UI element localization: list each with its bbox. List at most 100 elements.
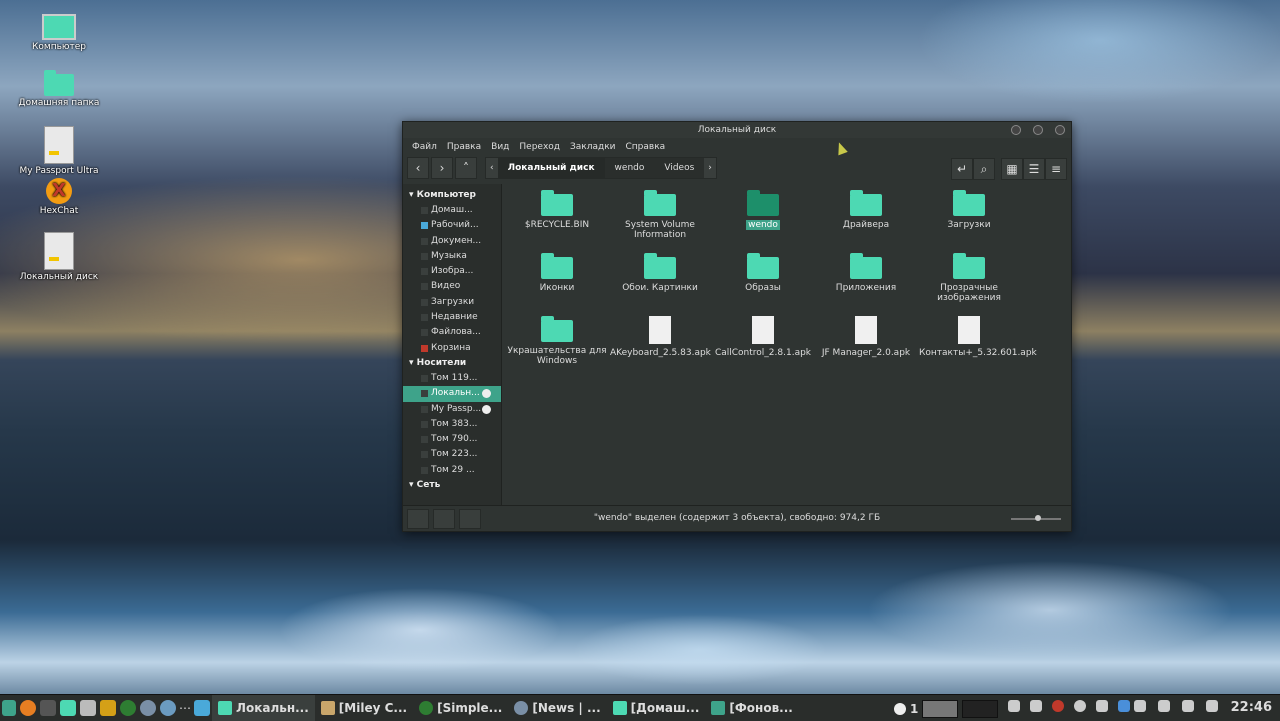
more-icon[interactable]: ⋯ — [178, 701, 192, 715]
grid-item-file[interactable]: JF Manager_2.0.apk — [816, 314, 916, 358]
grid-item-folder[interactable]: System Volume Information — [610, 188, 710, 240]
menu-help[interactable]: Справка — [621, 138, 671, 156]
breadcrumb-item[interactable]: Videos — [654, 158, 704, 178]
grid-item-file[interactable]: AKeyboard_2.5.83.apk — [610, 314, 711, 358]
grid-item-file[interactable]: Контакты+_5.32.601.apk — [919, 314, 1037, 358]
sidebar-item-music[interactable]: Музыка — [403, 249, 501, 264]
breadcrumb-right-arrow[interactable]: › — [704, 158, 716, 178]
chromium-icon[interactable] — [120, 700, 136, 716]
clock[interactable]: 22:46 — [1231, 700, 1272, 715]
grid-item-folder[interactable]: Иконки — [507, 251, 607, 293]
task-miley[interactable]: [Miley C... — [315, 695, 413, 721]
sidebar-item-recent[interactable]: Недавние — [403, 310, 501, 325]
eject-icon[interactable] — [482, 389, 491, 399]
forward-button[interactable]: › — [431, 157, 453, 179]
files-icon[interactable] — [60, 700, 76, 716]
desktop-icon-label: Компьютер — [32, 42, 86, 52]
sidebar-item-documents[interactable]: Докумен... — [403, 234, 501, 249]
sidebar-header-media[interactable]: ▾ Носители — [403, 356, 501, 371]
sidebar-item-downloads[interactable]: Загрузки — [403, 295, 501, 310]
sidebar-item-trash[interactable]: Корзина — [403, 341, 501, 356]
sidebar-item-volume[interactable]: Том 383... — [403, 417, 501, 432]
volume-icon[interactable] — [1182, 700, 1194, 712]
browser-icon[interactable] — [140, 700, 156, 716]
package-icon[interactable] — [100, 700, 116, 716]
task-home[interactable]: [Домаш... — [607, 695, 706, 721]
zoom-slider[interactable] — [1011, 515, 1061, 521]
keyboard-icon[interactable] — [1206, 700, 1218, 712]
grid-item-folder[interactable]: Образы — [713, 251, 813, 293]
sidebar-item-local-disk[interactable]: Локальн... — [403, 386, 501, 402]
title-bar[interactable]: Локальный диск — [403, 122, 1071, 138]
grid-item-folder[interactable]: Обои. Картинки — [610, 251, 710, 293]
firefox-icon[interactable] — [20, 700, 36, 716]
compact-view-button[interactable]: ≡ — [1045, 158, 1067, 180]
breadcrumb-item[interactable]: Локальный диск — [497, 158, 605, 178]
task-local-disk[interactable]: Локальн... — [212, 695, 315, 721]
clipboard-icon[interactable] — [1030, 700, 1042, 712]
menu-edit[interactable]: Правка — [442, 138, 486, 156]
calculator-icon[interactable] — [80, 700, 96, 716]
terminal-icon[interactable] — [40, 700, 56, 716]
desktop-icon-home[interactable]: Домашняя папка — [14, 70, 104, 108]
breadcrumb-item[interactable]: wendo — [605, 158, 655, 178]
menu-bookmarks[interactable]: Закладки — [565, 138, 621, 156]
back-button[interactable]: ‹ — [407, 157, 429, 179]
sidebar-item-home[interactable]: Домаш... — [403, 203, 501, 218]
eject-icon[interactable] — [482, 404, 491, 414]
sidebar-item-filesystem[interactable]: Файлова... — [403, 325, 501, 340]
grid-item-folder[interactable]: Украшательства для Windows — [507, 314, 607, 366]
grid-item-folder[interactable]: Прозрачные изображения — [919, 251, 1019, 303]
workspace-1[interactable] — [922, 700, 959, 718]
grid-item-file[interactable]: CallControl_2.8.1.apk — [713, 314, 813, 358]
menu-view[interactable]: Вид — [486, 138, 514, 156]
settings-icon[interactable] — [1074, 700, 1086, 712]
record-icon[interactable] — [1052, 700, 1064, 712]
compact-list-icon: ≡ — [1050, 162, 1062, 176]
menu-icon[interactable] — [2, 700, 16, 716]
workspace-2[interactable] — [962, 700, 999, 718]
network-tray-icon[interactable] — [1134, 700, 1146, 712]
sidebar-header-network[interactable]: ▾ Сеть — [403, 478, 501, 493]
list-view-button[interactable]: ☰ — [1023, 158, 1045, 180]
sidebar-header-computer[interactable]: ▾ Компьютер — [403, 188, 501, 203]
icon-view-button[interactable]: ▦ — [1001, 158, 1023, 180]
sidebar-item-pictures[interactable]: Изобра... — [403, 264, 501, 279]
display-icon[interactable] — [1008, 700, 1020, 712]
grid-item-folder[interactable]: Драйвера — [816, 188, 916, 230]
grid-item-folder-selected[interactable]: wendo — [713, 188, 813, 230]
sidebar-item-my-passport[interactable]: My Passp... — [403, 402, 501, 417]
bluetooth-icon[interactable] — [1118, 700, 1130, 712]
sidebar-item-desktop[interactable]: Рабочий... — [403, 218, 501, 233]
show-desktop-icon[interactable] — [194, 700, 210, 716]
grid-item-folder[interactable]: Приложения — [816, 251, 916, 293]
minimize-button[interactable] — [1011, 125, 1021, 135]
path-toggle-button[interactable]: ↵ — [951, 158, 973, 180]
battery-icon[interactable] — [1096, 700, 1108, 712]
music-icon[interactable] — [1158, 700, 1170, 712]
grid-item-folder[interactable]: Загрузки — [919, 188, 1019, 230]
info-icon[interactable] — [894, 703, 906, 715]
sidebar-item-volume[interactable]: Том 223... — [403, 447, 501, 462]
menu-go[interactable]: Переход — [514, 138, 565, 156]
desktop-icon-local-disk[interactable]: Локальный диск — [14, 232, 104, 282]
sidebar-item-videos[interactable]: Видео — [403, 279, 501, 294]
desktop-icon-computer[interactable]: Компьютер — [14, 14, 104, 52]
sidebar-item-volume[interactable]: Том 119... — [403, 371, 501, 386]
desktop-icon-my-passport[interactable]: My Passport Ultra — [14, 126, 104, 176]
sidebar-item-volume[interactable]: Том 790... — [403, 432, 501, 447]
network-icon[interactable] — [160, 700, 176, 716]
task-wallpaper[interactable]: [Фонов... — [705, 695, 798, 721]
desktop-icon-hexchat[interactable]: X HexChat — [14, 178, 104, 216]
task-simple[interactable]: [Simple... — [413, 695, 508, 721]
up-button[interactable]: ˄ — [455, 157, 477, 179]
menu-file[interactable]: Файл — [407, 138, 442, 156]
workspace-number[interactable]: 1 — [910, 702, 918, 716]
sidebar-item-volume[interactable]: Том 29 ... — [403, 463, 501, 478]
search-button[interactable]: ⌕ — [973, 158, 995, 180]
grid-item-folder[interactable]: $RECYCLE.BIN — [507, 188, 607, 230]
task-news[interactable]: [News | ... — [508, 695, 606, 721]
breadcrumb-left-arrow[interactable]: ‹ — [486, 158, 498, 178]
maximize-button[interactable] — [1033, 125, 1043, 135]
close-button[interactable] — [1055, 125, 1065, 135]
